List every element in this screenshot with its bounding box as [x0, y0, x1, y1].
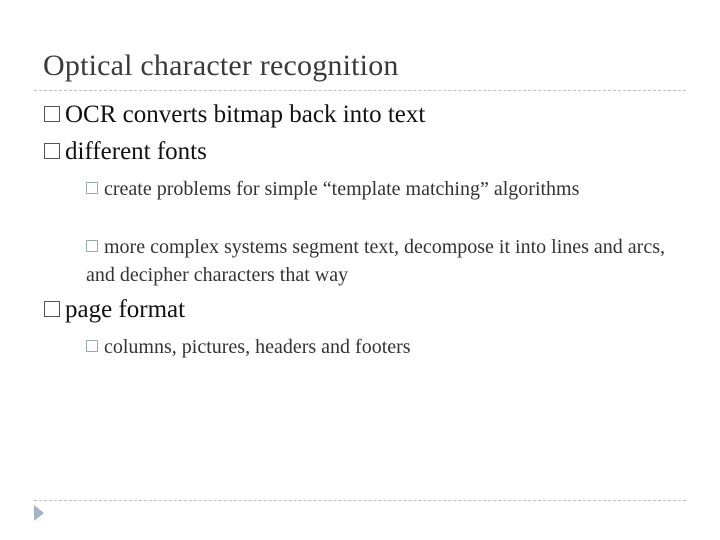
bullet-text: different fonts	[65, 138, 207, 165]
square-bullet-icon	[44, 106, 60, 123]
bullet-text: OCR converts bitmap back into text	[65, 101, 426, 128]
square-bullet-icon	[86, 182, 98, 195]
slide-title: Optical character recognition	[43, 49, 399, 82]
bullet-text: page format	[65, 296, 186, 323]
square-bullet-icon	[44, 301, 60, 318]
bullet-fonts: different fonts	[44, 138, 207, 166]
sub-bullet-complex: more complex systems segment text, decom…	[86, 233, 666, 289]
square-bullet-icon	[86, 240, 98, 253]
sub-bullet-text: columns, pictures, headers and footers	[104, 336, 411, 358]
bullet-ocr: OCR converts bitmap back into text	[44, 101, 425, 129]
square-bullet-icon	[86, 340, 98, 353]
sub-bullet-template: create problems for simple “template mat…	[86, 175, 666, 203]
sub-bullet-text: more complex systems segment text, decom…	[86, 236, 665, 286]
footer-divider	[34, 500, 686, 501]
sub-bullet-text: create problems for simple “template mat…	[104, 178, 580, 200]
title-divider	[34, 90, 686, 91]
sub-bullet-columns: columns, pictures, headers and footers	[86, 333, 666, 361]
square-bullet-icon	[44, 143, 60, 160]
bullet-page-format: page format	[44, 296, 185, 324]
triangle-right-icon[interactable]	[34, 505, 44, 521]
